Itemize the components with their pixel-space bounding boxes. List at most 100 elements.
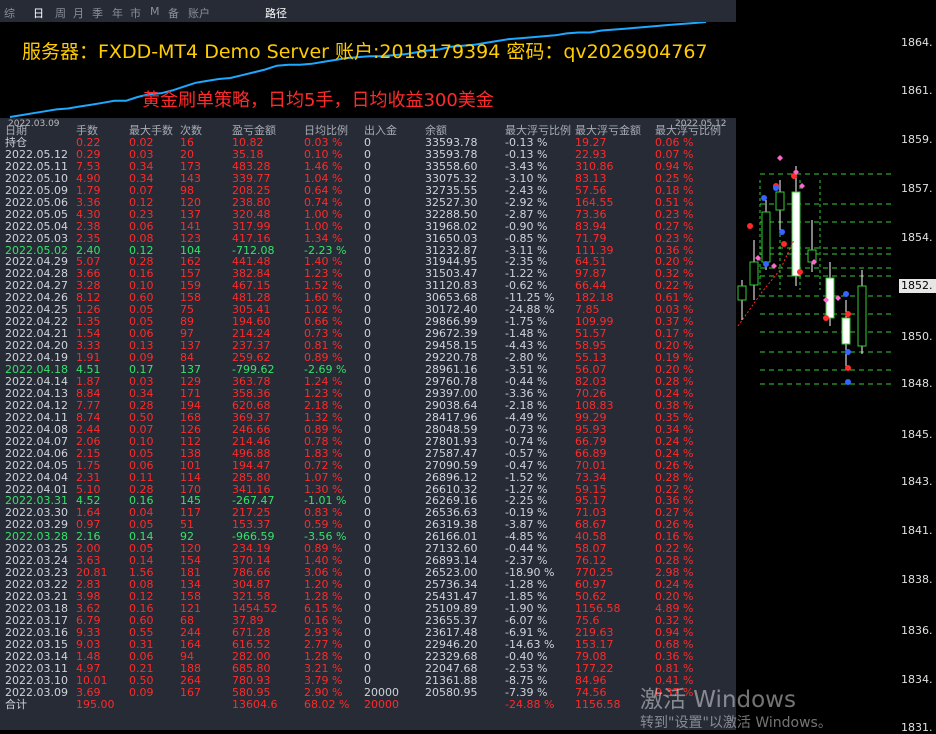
cell: 2.35 — [76, 231, 101, 245]
cell: 177.22 — [575, 661, 614, 675]
cell: -0.85 % — [505, 231, 548, 245]
cell: 685.80 — [232, 661, 271, 675]
cell: 0.06 — [129, 458, 154, 472]
cell: 1.79 — [76, 183, 101, 197]
cell: 2022.05.10 — [5, 171, 68, 185]
cell: 137 — [180, 207, 201, 221]
table-row: 2022.05.10 4.90 0.34 143 339.77 1.04 % 0 33075.… — [0, 171, 736, 185]
cell: 320.48 — [232, 207, 271, 221]
cell: 0.06 — [129, 219, 154, 233]
cell: 1.07 % — [304, 470, 343, 484]
tab-item[interactable]: 日 — [33, 5, 44, 21]
tab-item[interactable]: 周 — [55, 5, 66, 21]
table-row: 2022.05.09 1.79 0.07 98 208.25 0.64 % 0 32735.5… — [0, 183, 736, 197]
cell: 28048.59 — [425, 422, 478, 436]
cell: 1.00 % — [304, 207, 343, 221]
cell: -0.47 % — [505, 458, 548, 472]
cell: 33075.32 — [425, 171, 478, 185]
cell: 4.90 — [76, 171, 101, 185]
cell: -0.73 % — [505, 422, 548, 436]
cell: 79.08 — [575, 649, 607, 663]
cell: 0.34 % — [655, 422, 694, 436]
tab-item[interactable]: 备 — [168, 5, 179, 21]
tab-item[interactable]: 综 — [4, 5, 15, 21]
cell: 0 — [364, 446, 371, 460]
cell: 0.11 — [129, 470, 154, 484]
period-tabs: 综 日周月季年市 M 备账户 路径 — [0, 0, 736, 22]
cell: 83.94 — [575, 219, 607, 233]
cell: 496.88 — [232, 446, 271, 460]
cell: 73.34 — [575, 470, 607, 484]
candle-body — [749, 261, 759, 286]
cell: -0.57 % — [505, 446, 548, 460]
cell: 99.29 — [575, 410, 607, 424]
tab-item[interactable]: 年 — [112, 5, 123, 21]
cell: 417.16 — [232, 231, 271, 245]
cell: 1.75 — [76, 458, 101, 472]
candle-body — [737, 285, 747, 301]
cell: 0.24 % — [655, 434, 694, 448]
cell: 2022.03.09 — [5, 685, 68, 699]
trade-marker — [797, 269, 803, 275]
cell: 3.21 % — [304, 661, 343, 675]
table-row: 2022.04.11 8.74 0.50 168 369.37 1.32 % 0 28417.… — [0, 410, 736, 424]
tab-item[interactable]: M — [150, 5, 160, 18]
cell: 95.93 — [575, 422, 607, 436]
cell: 0.24 % — [655, 446, 694, 460]
cell: -8.75 % — [505, 673, 548, 687]
cell: 2022.03.11 — [5, 661, 68, 675]
tab-item[interactable]: 市 — [130, 5, 141, 21]
cell: 114 — [180, 470, 201, 484]
candlestick-plot — [737, 155, 892, 385]
table-row: 2022.04.04 2.31 0.11 114 285.80 1.07 % 0 26896.… — [0, 470, 736, 484]
cell: 194.47 — [232, 458, 271, 472]
cell: 0 — [364, 410, 371, 424]
tab-item[interactable]: 路径 — [265, 5, 287, 21]
equity-banner: 服务器：FXDD-MT4 Demo Server 账户:2018179394 密… — [0, 22, 736, 129]
trade-marker — [779, 229, 785, 235]
cell: 317.99 — [232, 219, 271, 233]
cell: -24.88 % — [505, 697, 555, 711]
cell: 3.36 — [76, 195, 101, 209]
cell: 0.10 — [129, 434, 154, 448]
strategy-subtitle: 黄金刷单策略，日均5手，日均收益300美金 — [142, 90, 494, 111]
table-row: 2022.03.11 4.97 0.21 188 685.80 3.21 % 0 22047.… — [0, 661, 736, 675]
cell: 0.21 — [129, 661, 154, 675]
activation-watermark-hint: 转到"设置"以激活 Windows。 — [640, 715, 832, 731]
tab-item[interactable]: 季 — [92, 5, 103, 21]
cell: 0.23 % — [655, 207, 694, 221]
cell: 0 — [364, 195, 371, 209]
trade-marker — [845, 379, 851, 385]
price-tick-label: 1850. — [901, 330, 933, 343]
cell: 2022.04.07 — [5, 434, 68, 448]
candle-body — [775, 191, 785, 211]
cell: 141 — [180, 219, 201, 233]
price-chart[interactable] — [736, 0, 936, 730]
cell: 0.50 — [129, 410, 154, 424]
tab-item[interactable]: 账户 — [188, 5, 210, 21]
tab-item[interactable]: 月 — [73, 5, 84, 21]
cell: 2.44 — [76, 422, 101, 436]
cell: -2.92 % — [505, 195, 548, 209]
cell: 0.18 % — [655, 183, 694, 197]
cell: 264 — [180, 673, 201, 687]
cell: 2022.05.06 — [5, 195, 68, 209]
cell: 2022.04.06 — [5, 446, 68, 460]
cell: 74.56 — [575, 685, 607, 699]
cell: 1.48 — [76, 649, 101, 663]
price-tick-label: 1843. — [901, 475, 933, 488]
cell: -1.52 % — [505, 470, 548, 484]
cell: 2022.04.04 — [5, 470, 68, 484]
price-tick-label: 1834. — [901, 673, 933, 686]
cell: -2.87 % — [505, 207, 548, 221]
cell: 0 — [364, 231, 371, 245]
candle-body — [761, 211, 771, 263]
cell: 195.00 — [76, 697, 115, 711]
cell: 3.69 — [76, 685, 101, 699]
cell: 98 — [180, 183, 194, 197]
cell: 32527.30 — [425, 195, 478, 209]
cell: 27801.93 — [425, 434, 478, 448]
cell: 0.08 — [129, 231, 154, 245]
price-tick-label: 1841. — [901, 524, 933, 537]
trade-marker — [843, 291, 849, 297]
